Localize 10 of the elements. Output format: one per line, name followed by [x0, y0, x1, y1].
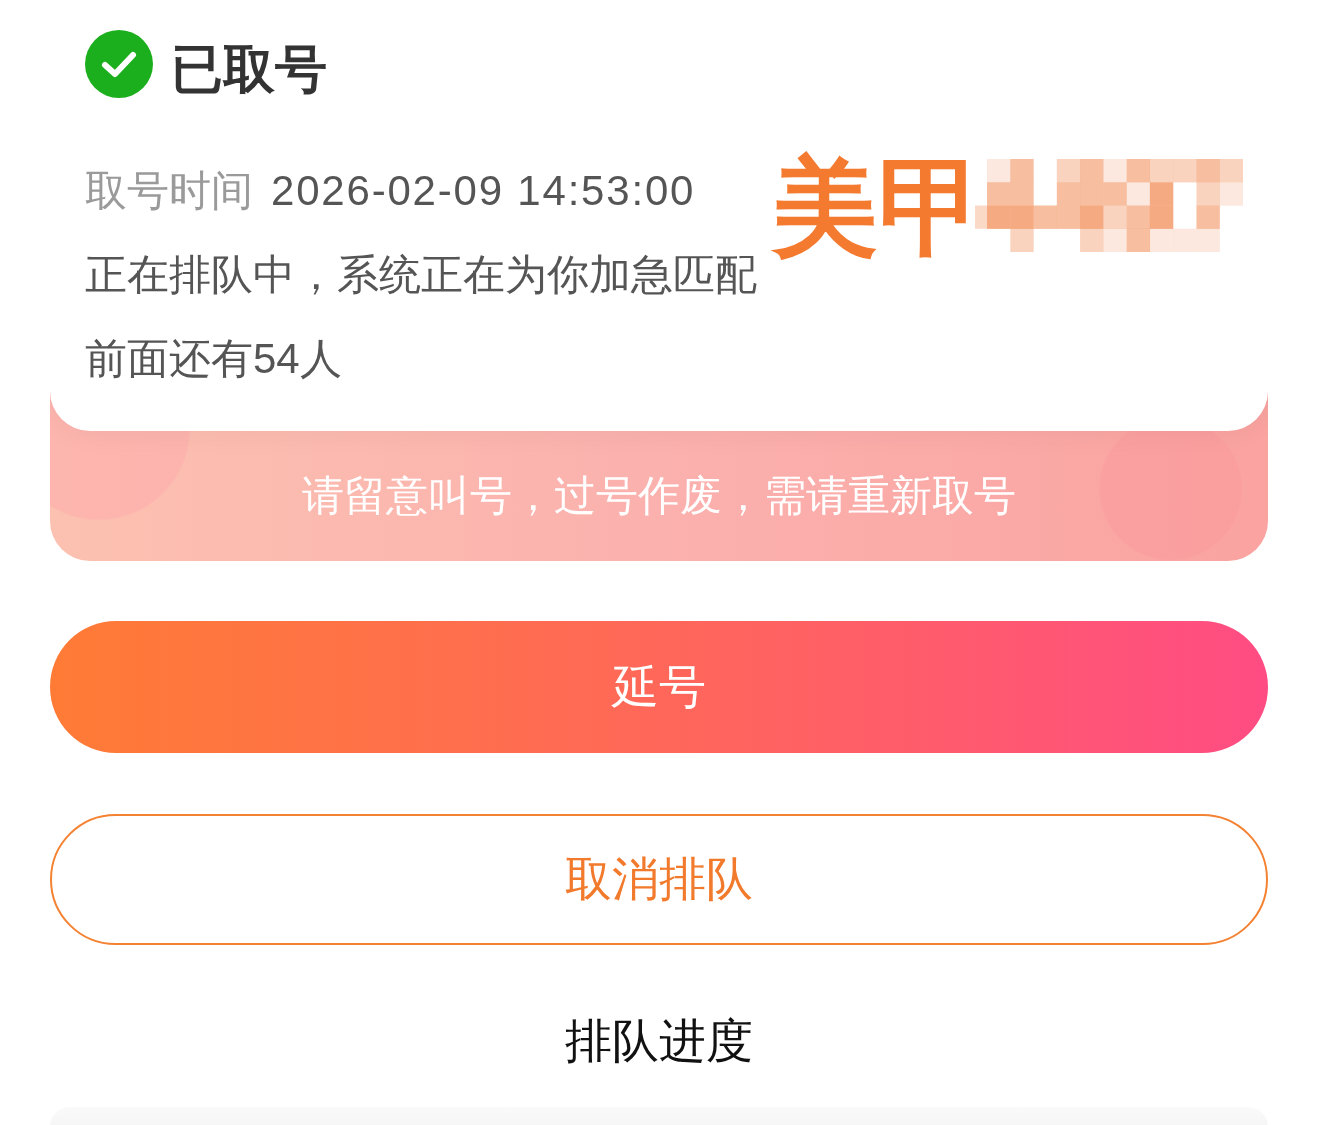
status-title: 已取号 [171, 39, 327, 100]
people-ahead-text: 前面还有54人 [85, 334, 343, 384]
queue-progress-button[interactable]: 排队进度 [565, 1001, 753, 1081]
cancel-queue-button[interactable]: 取消排队 [50, 814, 1268, 945]
notice-text: 请留意叫号，过号作废，需请重新取号 [301, 471, 1017, 521]
delay-button[interactable]: 延号 [50, 621, 1268, 753]
queue-message: 正在排队中，系统正在为你加急匹配 [85, 250, 758, 300]
time-value: 2026-02-09 14:53:00 [271, 167, 696, 214]
check-icon [85, 30, 153, 98]
time-label: 取号时间 [85, 167, 253, 214]
